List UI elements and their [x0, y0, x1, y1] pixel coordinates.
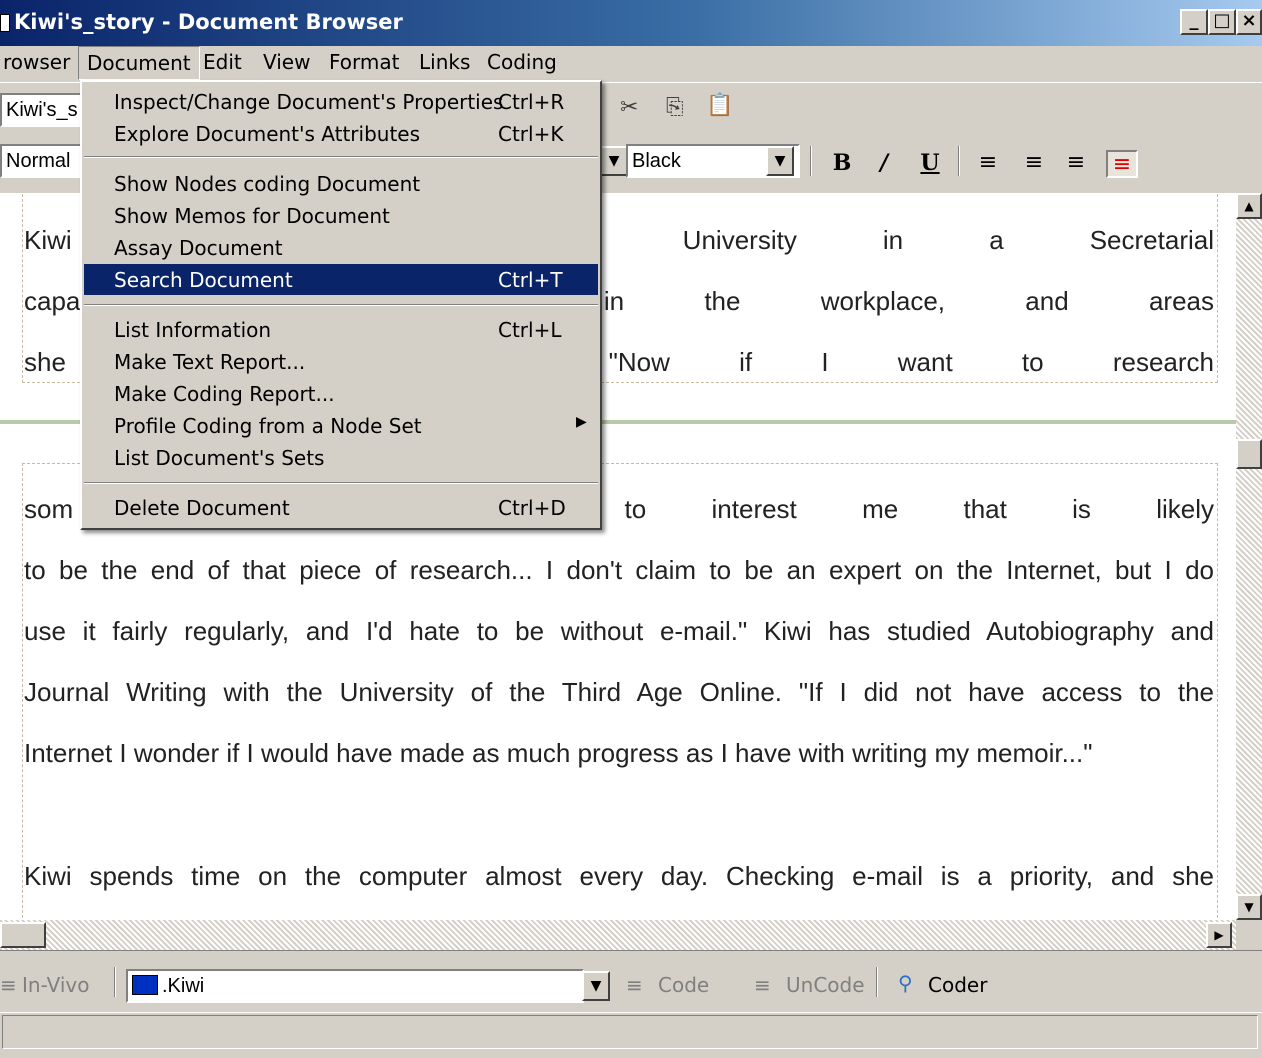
- paste-icon[interactable]: 📋: [706, 93, 733, 118]
- bold-button[interactable]: B: [826, 150, 858, 178]
- underline-button[interactable]: U: [914, 150, 946, 178]
- menu-item-show-nodes[interactable]: Show Nodes coding Document: [84, 168, 598, 199]
- italic-button[interactable]: /: [868, 150, 900, 178]
- maximize-button[interactable]: □: [1208, 9, 1236, 35]
- menu-item-profile-coding[interactable]: Profile Coding from a Node Set ▶: [84, 410, 598, 441]
- menu-separator: [84, 482, 598, 484]
- hscroll-thumb[interactable]: [0, 922, 46, 948]
- align-left-icon[interactable]: ≡: [972, 150, 1004, 178]
- coding-bar: ≡ In-Vivo .Kiwi ▼ ≡ Code ≡ UnCode ⚲ Code…: [0, 950, 1262, 1010]
- copy-icon[interactable]: ⎘: [666, 95, 684, 120]
- scroll-up-icon[interactable]: ▲: [1236, 193, 1262, 219]
- menu-view[interactable]: View: [260, 50, 313, 74]
- align-center-icon[interactable]: ≡: [1018, 150, 1050, 178]
- in-vivo-button[interactable]: In-Vivo: [22, 973, 90, 997]
- code-icon: ≡: [626, 973, 643, 997]
- invivo-icon: ≡: [0, 973, 17, 997]
- menu-separator: [84, 304, 598, 306]
- scroll-down-icon[interactable]: ▼: [1236, 894, 1262, 920]
- menu-bar: rowser Document Edit View Format Links C…: [0, 46, 1262, 80]
- menu-coding[interactable]: Coding: [484, 50, 560, 74]
- close-button[interactable]: ×: [1236, 9, 1262, 35]
- document-icon: [0, 14, 10, 32]
- minimize-button[interactable]: _: [1180, 9, 1208, 35]
- cut-icon[interactable]: ✂: [620, 95, 638, 120]
- menu-item-search-document[interactable]: Search Document Ctrl+T: [84, 264, 598, 295]
- menu-item-explore-attributes[interactable]: Explore Document's Attributes Ctrl+K: [84, 118, 598, 149]
- scroll-thumb[interactable]: [1236, 439, 1262, 469]
- menu-item-show-memos[interactable]: Show Memos for Document: [84, 200, 598, 231]
- text-line: Journal Writing with the University of t…: [24, 677, 1214, 707]
- text-line: Kiwi spends time on the computer almost …: [24, 861, 1214, 891]
- code-button[interactable]: Code: [658, 973, 709, 997]
- window-title: Kiwi's_story - Document Browser: [14, 10, 403, 34]
- document-combo[interactable]: Kiwi's_s: [0, 93, 90, 127]
- justify-icon[interactable]: ≡: [1106, 150, 1138, 178]
- menu-item-assay-document[interactable]: Assay Document: [84, 232, 598, 263]
- style-combo[interactable]: Normal: [0, 144, 90, 178]
- menu-browser[interactable]: rowser: [0, 50, 73, 74]
- toolbar-separator: [114, 967, 116, 997]
- node-dropdown-button[interactable]: ▼: [582, 971, 610, 1001]
- title-bar: Kiwi's_story - Document Browser _ □ ×: [0, 0, 1262, 46]
- menu-item-list-sets[interactable]: List Document's Sets: [84, 442, 598, 473]
- menu-item-list-information[interactable]: List Information Ctrl+L: [84, 314, 598, 345]
- menu-edit[interactable]: Edit: [200, 50, 245, 74]
- menu-separator: [84, 156, 598, 158]
- node-combo[interactable]: .Kiwi: [126, 969, 584, 1003]
- submenu-arrow-icon: ▶: [576, 414, 587, 430]
- vertical-scrollbar[interactable]: ▲ ▼: [1236, 193, 1262, 920]
- toolbar-separator: [876, 967, 878, 997]
- uncode-button[interactable]: UnCode: [786, 973, 865, 997]
- uncode-icon: ≡: [754, 973, 771, 997]
- document-menu: Inspect/Change Document's Properties Ctrl…: [80, 80, 602, 530]
- coder-button[interactable]: Coder: [928, 973, 987, 997]
- toolbar-separator: [810, 146, 812, 176]
- menu-item-make-coding-report[interactable]: Make Coding Report...: [84, 378, 598, 409]
- menu-format[interactable]: Format: [326, 50, 402, 74]
- size-dropdown-button[interactable]: ▼: [600, 146, 628, 176]
- status-bar: [0, 1012, 1262, 1058]
- coder-icon: ⚲: [898, 971, 913, 995]
- menu-item-inspect-properties[interactable]: Inspect/Change Document's Properties Ctrl…: [84, 86, 598, 117]
- briefcase-icon: [132, 975, 158, 995]
- menu-item-make-text-report[interactable]: Make Text Report...: [84, 346, 598, 377]
- text-line: to be the end of that piece of research.…: [24, 555, 1214, 585]
- menu-document[interactable]: Document: [78, 46, 200, 80]
- menu-item-delete-document[interactable]: Delete Document Ctrl+D: [84, 492, 598, 523]
- text-line: use it fairly regularly, and I'd hate to…: [24, 616, 1214, 646]
- horizontal-scrollbar[interactable]: ▶: [0, 920, 1236, 950]
- scroll-right-icon[interactable]: ▶: [1206, 922, 1232, 948]
- color-dropdown-button[interactable]: ▼: [766, 146, 794, 176]
- menu-links[interactable]: Links: [416, 50, 473, 74]
- text-line: Internet I wonder if I would have made a…: [24, 738, 1093, 768]
- align-right-icon[interactable]: ≡: [1060, 150, 1092, 178]
- toolbar-separator: [958, 146, 960, 176]
- status-panel: [2, 1015, 1258, 1049]
